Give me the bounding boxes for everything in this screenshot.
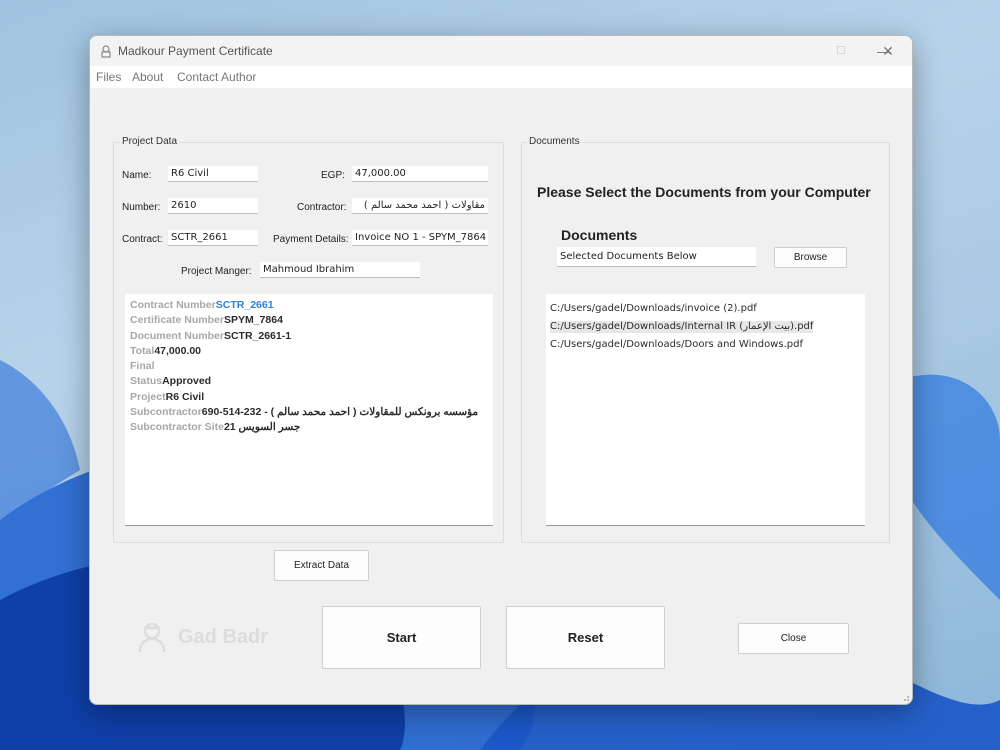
summary-value: R6 Civil — [165, 390, 205, 403]
selected-documents-field[interactable]: Selected Documents Below — [557, 247, 756, 267]
summary-line: StatusApproved — [130, 374, 488, 389]
payment-details-field[interactable]: Invoice NO 1 - SPYM_7864 — [352, 230, 488, 246]
payment-details-label: Payment Details: — [273, 234, 349, 245]
title-bar: Madkour Payment Certificate — ☐ ✕ — [90, 36, 912, 66]
summary-line: Subcontractor690-514-232 - ( احمد محمد س… — [130, 405, 488, 420]
menu-about[interactable]: About — [132, 70, 163, 84]
close-button[interactable]: Close — [738, 623, 849, 654]
menu-files[interactable]: Files — [96, 70, 121, 84]
contract-field[interactable]: SCTR_2661 — [168, 230, 258, 246]
gad-badr-logo-icon — [138, 622, 166, 653]
maximize-button[interactable]: ☐ — [831, 42, 851, 60]
summary-key: Subcontractor — [130, 406, 202, 419]
app-window: Madkour Payment Certificate — ☐ ✕ Files … — [89, 35, 913, 705]
summary-key: Project — [130, 390, 166, 403]
summary-key: Document Number — [130, 329, 224, 342]
project-data-title: Project Data — [120, 136, 180, 147]
summary-value: SCTR_2661 — [215, 299, 274, 311]
number-label: Number: — [122, 202, 161, 213]
documents-title: Documents — [527, 136, 582, 147]
resize-grip-icon[interactable] — [902, 694, 910, 702]
name-field[interactable]: R6 Civil — [168, 166, 258, 182]
egp-field[interactable]: 47,000.00 — [352, 166, 488, 182]
logo-text: Gad Badr — [178, 626, 269, 648]
summary-line: Document NumberSCTR_2661-1 — [130, 329, 488, 344]
number-field[interactable]: 2610 — [168, 198, 258, 214]
summary-line: Contract NumberSCTR_2661 — [130, 298, 488, 313]
reset-button[interactable]: Reset — [506, 606, 665, 669]
close-window-button[interactable]: ✕ — [878, 42, 898, 60]
summary-textbox[interactable]: Contract NumberSCTR_2661 Certificate Numb… — [125, 294, 493, 526]
summary-value: 47,000.00 — [154, 344, 202, 357]
documents-instruction: Please Select the Documents from your Co… — [537, 184, 871, 200]
project-manager-field[interactable]: Mahmoud Ibrahim — [260, 262, 420, 278]
summary-value: SPYM_7864 — [223, 314, 283, 327]
summary-value: 690-514-232 - ( احمد محمد سالم ) مؤسسه ب… — [201, 406, 479, 419]
contract-label: Contract: — [122, 234, 163, 245]
contractor-label: Contractor: — [297, 202, 347, 213]
menu-contact-author[interactable]: Contact Author — [177, 70, 256, 84]
summary-value: Approved — [162, 375, 212, 388]
summary-line: Final — [130, 359, 488, 374]
summary-value: SCTR_2661-1 — [223, 329, 292, 342]
summary-key: Subcontractor Site — [130, 421, 224, 434]
documents-list[interactable]: C:/Users/gadel/Downloads/invoice (2).pdf… — [546, 294, 865, 526]
summary-key: Total — [130, 344, 155, 357]
start-button[interactable]: Start — [322, 606, 481, 669]
summary-key: Final — [130, 360, 155, 373]
summary-value: 21 جسر السويس — [223, 421, 301, 434]
summary-key: Contract Number — [130, 299, 216, 311]
document-item[interactable]: C:/Users/gadel/Downloads/Doors and Windo… — [550, 339, 803, 350]
summary-line: Total47,000.00 — [130, 344, 488, 359]
summary-line: Subcontractor Site21 جسر السويس — [130, 420, 488, 435]
browse-button[interactable]: Browse — [774, 247, 847, 268]
summary-line: Certificate NumberSPYM_7864 — [130, 313, 488, 328]
summary-line: ProjectR6 Civil — [130, 390, 488, 405]
window-title: Madkour Payment Certificate — [118, 44, 273, 58]
contractor-field[interactable]: مقاولات ( احمد محمد سالم ) — [352, 198, 488, 214]
document-item[interactable]: C:/Users/gadel/Downloads/Internal IR (بي… — [550, 321, 814, 333]
summary-key: Certificate Number — [130, 314, 224, 327]
documents-heading: Documents — [561, 227, 638, 243]
document-item[interactable]: C:/Users/gadel/Downloads/invoice (2).pdf — [550, 303, 757, 314]
extract-data-button[interactable]: Extract Data — [274, 550, 369, 581]
project-manager-label: Project Manger: — [181, 266, 252, 277]
egp-label: EGP: — [321, 170, 345, 181]
summary-key: Status — [130, 375, 163, 388]
menu-bar: Files About Contact Author — [90, 66, 912, 88]
name-label: Name: — [122, 170, 152, 181]
app-icon — [101, 45, 111, 58]
